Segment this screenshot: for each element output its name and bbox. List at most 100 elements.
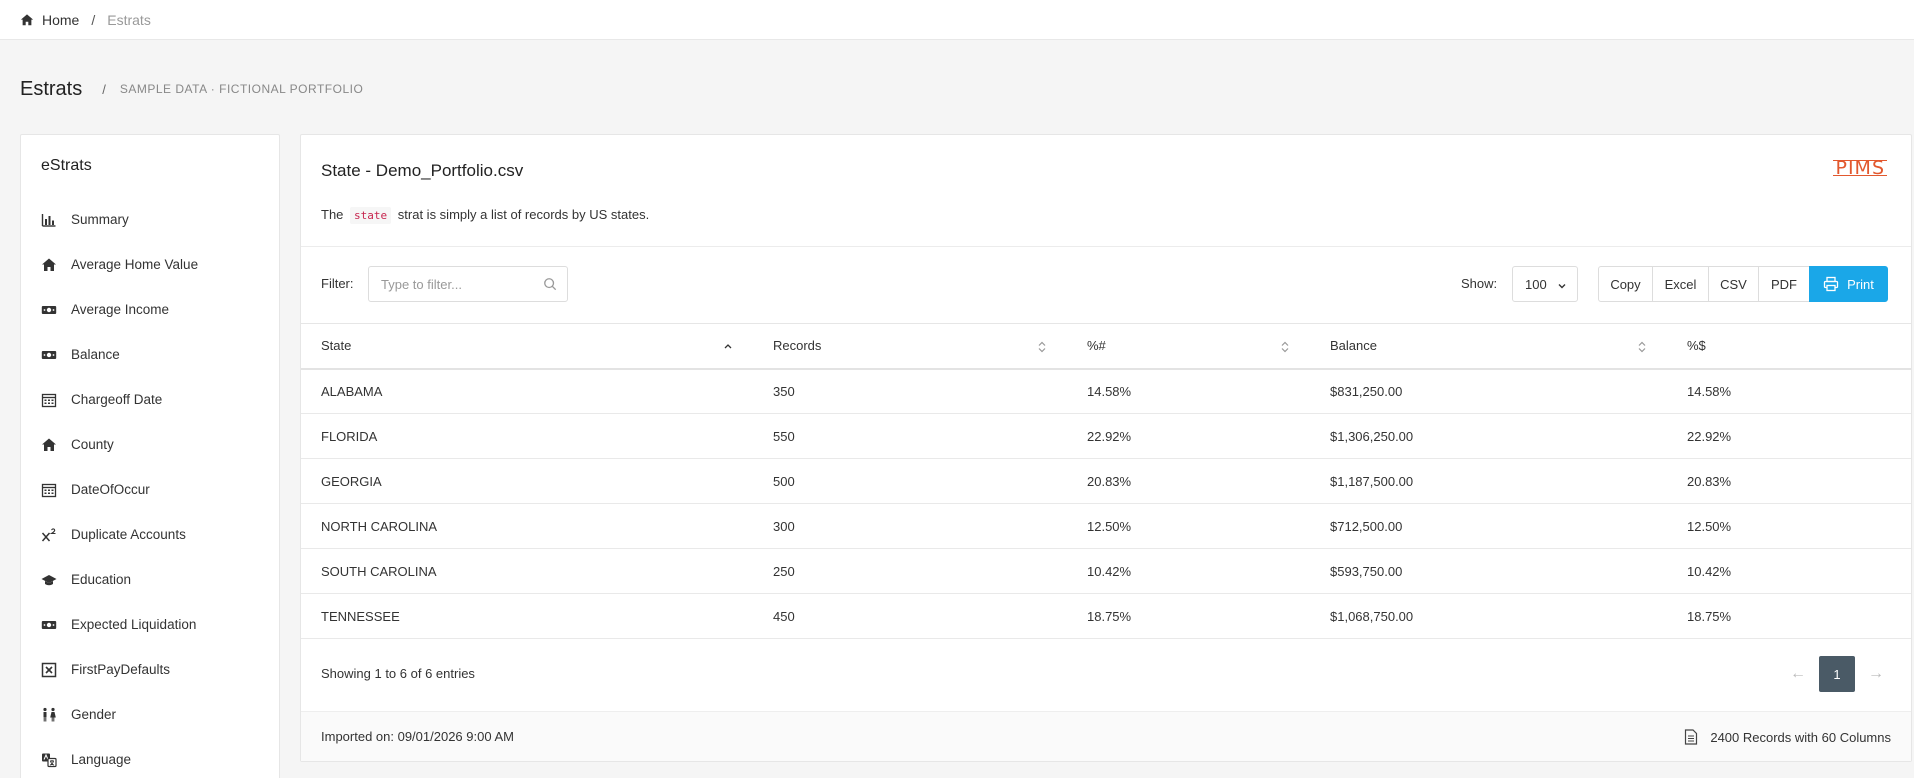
copy-button[interactable]: Copy [1598, 266, 1653, 302]
csv-button[interactable]: CSV [1708, 266, 1759, 302]
export-button-group: Copy Excel CSV PDF Print [1598, 266, 1888, 302]
calendar-icon [41, 392, 57, 408]
table-row: ALABAMA 350 14.58% $831,250.00 14.58% [301, 368, 1911, 414]
table-row: FLORIDA 550 22.92% $1,306,250.00 22.92% [301, 413, 1911, 459]
pims-logo: PIMS [1833, 157, 1887, 179]
pdf-button[interactable]: PDF [1758, 266, 1810, 302]
sidebar-item-firstpaydefaults[interactable]: FirstPayDefaults [21, 647, 279, 692]
panel-description: The state strat is simply a list of reco… [321, 207, 649, 224]
cell-balance: $712,500.00 [1310, 503, 1667, 549]
sidebar-item-average-home-value[interactable]: Average Home Value [21, 242, 279, 287]
cell-pct-balance: 12.50% [1667, 503, 1911, 549]
cell-pct-count: 18.75% [1067, 593, 1310, 639]
sidebar-item-label: Education [71, 572, 132, 587]
column-header-state[interactable]: State [301, 323, 753, 370]
sidebar-item-label: Gender [71, 707, 117, 722]
previous-page-button[interactable]: ← [1783, 665, 1813, 683]
panel-title: State - Demo_Portfolio.csv [321, 161, 524, 180]
column-header-records[interactable]: Records [753, 323, 1067, 370]
superscript-icon [41, 527, 57, 543]
sidebar-item-summary[interactable]: Summary [21, 197, 279, 242]
page-title: Estrats [20, 77, 83, 100]
sort-both-icon [1637, 341, 1647, 353]
cell-pct-balance: 14.58% [1667, 368, 1911, 414]
breadcrumb-home-link[interactable]: Home [42, 12, 79, 28]
records-summary: 2400 Records with 60 Columns [1684, 729, 1891, 745]
sidebar-nav: Summary Average Home Value Average Income B… [21, 197, 279, 778]
page-header: Estrats / SAMPLE DATA · FICTIONAL PORTFO… [20, 76, 363, 102]
table-row: NORTH CAROLINA 300 12.50% $712,500.00 12.50% [301, 503, 1911, 549]
filter-input[interactable] [381, 269, 541, 299]
cell-pct-balance: 22.92% [1667, 413, 1911, 459]
cell-records: 500 [753, 458, 1067, 504]
column-header-pct-count[interactable]: %# [1067, 323, 1310, 370]
sidebar-item-label: Expected Liquidation [71, 617, 197, 632]
cell-state: ALABAMA [301, 368, 753, 414]
cell-balance: $593,750.00 [1310, 548, 1667, 594]
sort-both-icon [1280, 341, 1290, 353]
graduation-cap-icon [41, 572, 57, 588]
home-icon[interactable] [20, 13, 34, 27]
filter-label: Filter: [321, 276, 354, 291]
sidebar-title: eStrats [41, 157, 92, 174]
cell-balance: $1,187,500.00 [1310, 458, 1667, 504]
cell-pct-count: 22.92% [1067, 413, 1310, 459]
next-page-button[interactable]: → [1861, 665, 1891, 683]
table-row: GEORGIA 500 20.83% $1,187,500.00 20.83% [301, 458, 1911, 504]
cell-state: NORTH CAROLINA [301, 503, 753, 549]
file-icon [1684, 729, 1698, 745]
page-1-button[interactable]: 1 [1819, 656, 1855, 692]
column-header-balance[interactable]: Balance [1310, 323, 1667, 370]
bar-chart-icon [41, 212, 57, 228]
sidebar-item-balance[interactable]: Balance [21, 332, 279, 377]
sidebar-item-label: Language [71, 752, 132, 767]
cell-pct-balance: 20.83% [1667, 458, 1911, 504]
cell-records: 550 [753, 413, 1067, 459]
close-box-icon [41, 662, 57, 678]
sort-ascending-icon [723, 341, 733, 353]
panel-footer: Imported on: 09/01/2026 9:00 AM 2400 Rec… [301, 711, 1911, 761]
cell-state: GEORGIA [301, 458, 753, 504]
records-summary-text: 2400 Records with 60 Columns [1710, 729, 1891, 745]
home-icon [41, 257, 57, 273]
sidebar-item-label: Balance [71, 347, 120, 362]
sidebar-item-label: Summary [71, 212, 129, 227]
panel-divider [301, 246, 1911, 247]
cell-state: FLORIDA [301, 413, 753, 459]
sidebar-item-gender[interactable]: Gender [21, 692, 279, 737]
sort-both-icon [1037, 341, 1047, 353]
show-label: Show: [1461, 276, 1498, 291]
page-title-separator: / [102, 81, 106, 97]
sidebar-item-label: County [71, 437, 114, 452]
entries-info: Showing 1 to 6 of 6 entries [321, 666, 475, 681]
sidebar-item-label: Average Home Value [71, 257, 199, 272]
description-prefix: The [321, 207, 344, 222]
table-body: ALABAMA 350 14.58% $831,250.00 14.58% FLORIDA… [301, 368, 1911, 639]
gender-icon [41, 707, 57, 723]
imported-timestamp: Imported on: 09/01/2026 9:00 AM [321, 729, 514, 744]
sidebar-item-average-income[interactable]: Average Income [21, 287, 279, 332]
table-header-row: State Records %# Balance %$ [301, 323, 1911, 370]
page-subtitle: SAMPLE DATA · FICTIONAL PORTFOLIO [119, 82, 364, 96]
sidebar-item-label: Duplicate Accounts [71, 527, 186, 542]
sidebar-item-education[interactable]: Education [21, 557, 279, 602]
sidebar-item-language[interactable]: Language [21, 737, 279, 778]
breadcrumb-current: Estrats [107, 11, 151, 28]
sidebar-item-dateofoccur[interactable]: DateOfOccur [21, 467, 279, 512]
search-icon [543, 277, 557, 291]
chevron-down-icon [1557, 279, 1567, 289]
print-button[interactable]: Print [1809, 266, 1888, 302]
data-table-wrapper: State Records %# Balance %$ ALABAMA 350 … [301, 323, 1911, 639]
sidebar-item-county[interactable]: County [21, 422, 279, 467]
cell-records: 450 [753, 593, 1067, 639]
excel-button[interactable]: Excel [1652, 266, 1709, 302]
sidebar-item-label: DateOfOccur [71, 482, 150, 497]
money-icon [41, 617, 57, 633]
column-header-pct-balance[interactable]: %$ [1667, 323, 1911, 370]
sidebar-item-chargeoff-date[interactable]: Chargeoff Date [21, 377, 279, 422]
cell-balance: $831,250.00 [1310, 368, 1667, 414]
page-size-select[interactable]: 100 [1512, 266, 1578, 302]
cell-balance: $1,068,750.00 [1310, 593, 1667, 639]
sidebar-item-expected-liquidation[interactable]: Expected Liquidation [21, 602, 279, 647]
sidebar-item-duplicate-accounts[interactable]: Duplicate Accounts [21, 512, 279, 557]
